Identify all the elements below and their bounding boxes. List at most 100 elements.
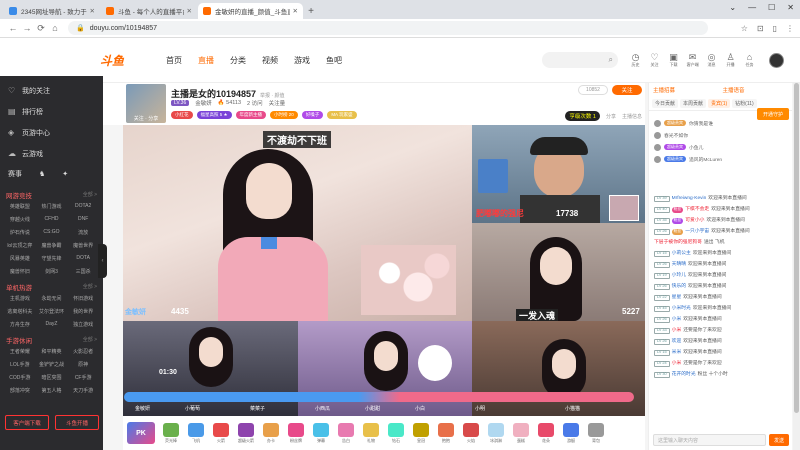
window-control-icon[interactable]: ✕ <box>787 3 794 12</box>
sidebar-item[interactable]: ♡ 我的关注 <box>0 80 103 101</box>
sidebar-game-link[interactable]: 我的世界 <box>67 306 99 316</box>
sidebar-item[interactable]: ◈ 页游中心 <box>0 122 103 143</box>
chat-username[interactable]: 下层于被你的强尼狗哥 <box>654 239 702 246</box>
gift-item[interactable]: 冰淇淋 <box>484 420 508 446</box>
sidebar-game-link[interactable]: 和平精英 <box>36 346 68 356</box>
top-client-icon[interactable]: ✉ 客户端 <box>683 52 702 68</box>
pk-participant-name[interactable]: 小葡萄 <box>185 405 200 412</box>
tab-close-icon[interactable]: ✕ <box>293 7 298 15</box>
top-message-icon[interactable]: ◎ 消息 <box>702 52 721 68</box>
browser-tab[interactable]: 斗鱼 - 每个人的直播平台 ✕ <box>101 3 197 19</box>
rp-top-link[interactable]: 主播语音 <box>723 86 789 94</box>
pk-participant-name[interactable]: 小白 <box>415 405 425 412</box>
pk-participant-name[interactable]: 小明 <box>475 405 485 412</box>
chat-username[interactable]: 下棋不会走 <box>685 206 709 213</box>
tab-close-icon[interactable]: ✕ <box>187 7 192 15</box>
sidebar-game-link[interactable]: 炉石传说 <box>4 227 36 237</box>
browser-toolbar-icon[interactable]: ☆ <box>741 24 748 33</box>
trophy-icon[interactable]: ♞ <box>39 170 45 178</box>
pk-participant-name[interactable]: 小猫猫 <box>565 405 580 412</box>
window-control-icon[interactable]: ☐ <box>768 3 775 12</box>
client-download-button[interactable]: 客户端下载 <box>5 415 49 430</box>
nav-item[interactable]: 分类 <box>222 55 254 66</box>
top-follow-icon[interactable]: ♡ 关注 <box>645 52 664 68</box>
pk-button[interactable]: PK <box>127 422 155 444</box>
share-button[interactable]: 分享 <box>606 113 616 120</box>
scrollbar-thumb[interactable] <box>794 83 799 413</box>
search-icon[interactable]: ⌕ <box>609 55 613 65</box>
sidebar-game-link[interactable]: 魔兽争霸 <box>36 240 68 250</box>
room-tag[interactable]: 年度新主播 <box>235 111 267 119</box>
chat-input[interactable]: 这里输入聊天内容 <box>653 434 766 446</box>
sidebar-game-link[interactable]: CFHD <box>36 214 68 224</box>
tab-close-icon[interactable]: ✕ <box>90 7 95 15</box>
rp-tab[interactable]: 贵宾(1) <box>708 99 731 108</box>
gift-item[interactable]: 背包 <box>584 420 608 446</box>
sidebar-section-more[interactable]: 全部 > <box>83 283 97 290</box>
video-player[interactable]: 不渡劫不下班 金敏妍 4435 肥嘟嘟的强尼 17738 5227 一发入魂 0… <box>123 125 645 416</box>
sidebar-item[interactable]: ▤ 排行榜 <box>0 101 103 122</box>
sidebar-game-link[interactable]: 艾尔登法环 <box>36 306 68 316</box>
top-history-icon[interactable]: ◷ 历史 <box>626 52 645 68</box>
new-tab-button[interactable]: + <box>304 3 318 19</box>
forward-icon[interactable]: → <box>20 23 34 33</box>
pk-participant-name[interactable]: 菜菜子 <box>250 405 265 412</box>
chat-username[interactable]: 小米 <box>672 327 682 334</box>
search-input[interactable]: ⌕ <box>542 52 618 68</box>
chat-username[interactable]: Mrfreiwng·Kevin <box>672 195 707 202</box>
browser-tab[interactable]: 金敏妍的直播_颜值_斗鱼直播✕ <box>198 3 303 19</box>
hot-level-badge[interactable]: 亨级次数 1 <box>565 111 600 121</box>
sidebar-game-link[interactable]: 王者荣耀 <box>4 346 36 356</box>
rp-tab[interactable]: 本周贡献 <box>680 99 707 108</box>
sidebar-game-link[interactable]: 第五人格 <box>36 385 68 395</box>
nav-item[interactable]: 鱼吧 <box>318 55 350 66</box>
sidebar-game-link[interactable]: 穿越火线 <box>4 214 36 224</box>
sidebar-game-link[interactable]: DOTA <box>67 253 99 263</box>
sidebar-game-link[interactable]: 英雄联盟 <box>4 201 36 211</box>
follow-button[interactable]: 关注 <box>612 85 642 95</box>
room-tag[interactable]: 小时榜 20 <box>270 111 298 119</box>
browser-toolbar-icon[interactable]: ▯ <box>773 24 777 33</box>
apps-icon[interactable]: ✦ <box>62 170 68 178</box>
user-avatar[interactable] <box>769 52 784 68</box>
top-broadcast-icon[interactable]: ♙ 开播 <box>721 52 740 68</box>
douyu-logo[interactable]: 斗鱼 <box>100 51 138 69</box>
rp-top-link[interactable]: 主播招募 <box>653 86 719 94</box>
sidebar-game-link[interactable]: LOL手游 <box>4 359 36 369</box>
gift-item[interactable]: 飞机 <box>184 420 208 446</box>
pk-participant-name[interactable]: 金敏妍 <box>135 405 150 412</box>
page-scrollbar[interactable] <box>793 83 800 450</box>
gift-item[interactable]: 荧光棒 <box>159 420 183 446</box>
sidebar-game-link[interactable]: 逃离塔科夫 <box>4 306 36 316</box>
chat-username[interactable]: 小玲儿 <box>672 272 686 279</box>
sidebar-game-link[interactable]: 魔兽怀旧 <box>4 266 36 276</box>
rank-row[interactable]: 超级贵宾 追风的McLuren <box>654 153 787 165</box>
sidebar-game-link[interactable]: 金铲铲之战 <box>36 359 68 369</box>
sidebar-game-link[interactable]: DNF <box>67 214 99 224</box>
chat-username[interactable]: 小莉公主 <box>672 250 691 257</box>
reload-icon[interactable]: ⟳ <box>34 23 48 34</box>
chat-username[interactable]: 欢迎 <box>672 338 682 345</box>
sidebar-game-link[interactable]: 守望先锋 <box>36 253 68 263</box>
send-button[interactable]: 发送 <box>769 434 789 446</box>
sidebar-game-link[interactable]: 剑网3 <box>36 266 68 276</box>
nav-item[interactable]: 视频 <box>254 55 286 66</box>
anchor-info-link[interactable]: 主播信息 <box>622 113 642 120</box>
gift-item[interactable]: 超级火箭 <box>234 420 258 446</box>
chat-username[interactable]: 小米时光 <box>672 305 691 312</box>
rp-tab[interactable]: 今日贡献 <box>652 99 679 108</box>
sidebar-game-link[interactable]: 永劫无间 <box>36 293 68 303</box>
sidebar-game-link[interactable]: DayZ <box>36 319 68 329</box>
pk-participant-name[interactable]: 小甜甜 <box>365 405 380 412</box>
sidebar-game-link[interactable]: 独立游戏 <box>67 319 99 329</box>
gift-item[interactable]: 火焰 <box>459 420 483 446</box>
chat-username[interactable]: 小米 <box>672 360 682 367</box>
back-icon[interactable]: ← <box>6 23 20 33</box>
rp-tab[interactable]: 钻粉(11) <box>732 99 757 108</box>
room-tag[interactable]: MA 玩家盛 <box>327 111 357 119</box>
gift-item[interactable]: 皇冠 <box>409 420 433 446</box>
sidebar-game-link[interactable]: 魔兽世界 <box>67 240 99 250</box>
sidebar-item[interactable]: ☁ 云游戏 <box>0 143 103 164</box>
gift-item[interactable]: 钻石 <box>384 420 408 446</box>
room-tag[interactable]: 小红花 <box>171 111 193 119</box>
